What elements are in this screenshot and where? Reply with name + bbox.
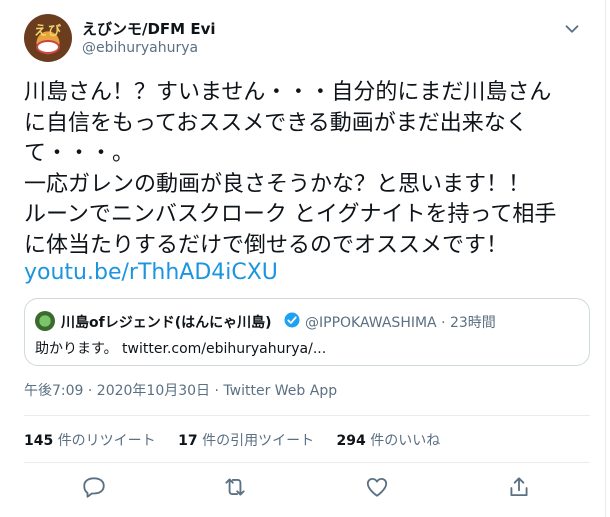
author-handle[interactable]: @ebihuryahurya	[82, 40, 198, 56]
quoted-tweet[interactable]: 川島ofレジェンド(はんにゃ川島) @IPPOKAWASHIMA · 23時間 …	[24, 298, 590, 366]
avatar-glyph: えび	[33, 24, 62, 39]
retweets-count: 145	[24, 433, 54, 449]
quoted-body: 助かります。 twitter.com/ebihuryahurya/...	[35, 341, 327, 357]
quoted-avatar	[35, 311, 55, 331]
tweet-stats: 145 件のリツイート 17 件の引用ツイート 294 件のいいね	[24, 430, 458, 450]
likes-stat[interactable]: 294 件のいいね	[337, 433, 441, 449]
tweet-card: えび えびンモ/DFM Evi @ebihuryahurya 川島さん！？すいま…	[0, 0, 606, 517]
reply-icon[interactable]	[81, 474, 107, 500]
quotes-label: 件の引用ツイート	[202, 433, 315, 449]
tweet-timestamp[interactable]: 午後7:09 · 2020年10月30日 · Twitter Web App	[24, 380, 337, 400]
quotes-stat[interactable]: 17 件の引用ツイート	[178, 433, 314, 449]
avatar-dish	[36, 40, 60, 54]
likes-count: 294	[336, 433, 366, 449]
retweets-stat[interactable]: 145 件のリツイート	[24, 433, 156, 449]
author-avatar[interactable]: えび	[24, 14, 72, 62]
author-display-name[interactable]: えびンモ/DFM Evi	[82, 18, 216, 39]
likes-label: 件のいいね	[370, 433, 441, 449]
tweet-actions	[24, 470, 590, 504]
divider	[24, 415, 590, 416]
quoted-meta: @IPPOKAWASHIMA · 23時間	[305, 315, 496, 331]
retweet-icon[interactable]	[222, 474, 248, 500]
like-heart-icon[interactable]	[364, 474, 390, 500]
retweets-label: 件のリツイート	[57, 433, 156, 449]
quoted-name: 川島ofレジェンド(はんにゃ川島)	[61, 315, 272, 331]
tweet-link[interactable]: youtu.be/rThhAD4iCXU	[24, 260, 278, 285]
share-icon[interactable]	[506, 474, 532, 500]
verified-badge-icon	[284, 312, 300, 328]
divider	[24, 462, 590, 463]
chevron-down-icon[interactable]	[561, 18, 583, 40]
quotes-count: 17	[178, 433, 198, 449]
tweet-text: 川島さん！？すいません・・・自分的にまだ川島さん に自信をもっておススメできる動…	[24, 80, 557, 258]
